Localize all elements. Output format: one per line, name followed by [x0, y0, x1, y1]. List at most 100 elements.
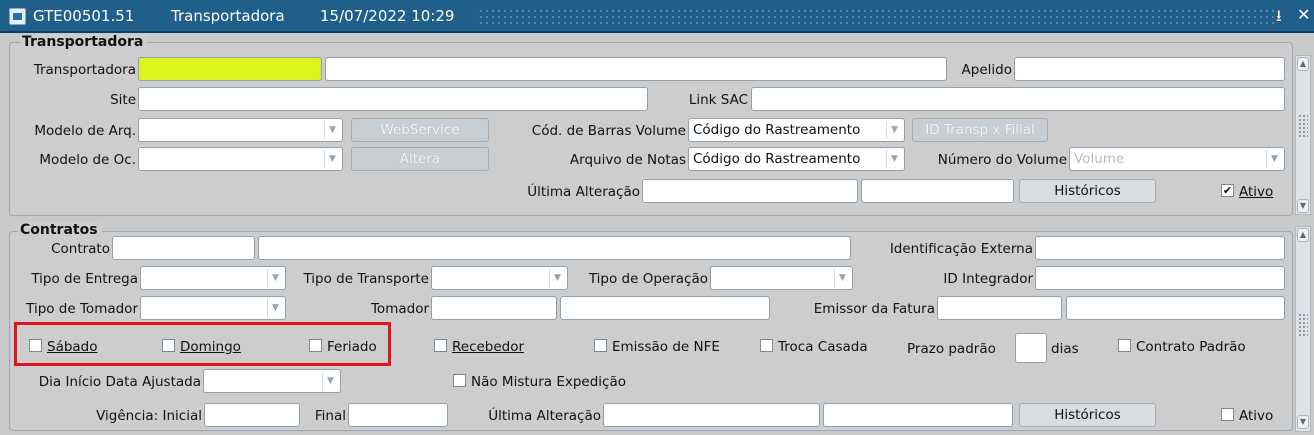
- chevron-down-icon[interactable]: ▼: [886, 121, 902, 139]
- arquivo-notas-value: Código do Rastreamento: [693, 151, 861, 167]
- tipo-tomador-select[interactable]: ▼: [140, 296, 286, 320]
- contratos-ultima-alteracao-label: Última Alteração: [488, 408, 601, 424]
- modelo-arq-select[interactable]: ▼: [138, 118, 343, 142]
- historicos-button[interactable]: Históricos: [1019, 179, 1156, 203]
- identificacao-externa-label: Identificação Externa: [889, 241, 1033, 257]
- tipo-operacao-select[interactable]: ▼: [710, 266, 853, 290]
- recebedor-checkbox[interactable]: [434, 339, 447, 352]
- dia-inicio-data-ajustada-select[interactable]: ▼: [203, 369, 341, 393]
- tipo-operacao-label: Tipo de Operação: [588, 271, 708, 287]
- ultima-alteracao-label: Última Alteração: [527, 184, 640, 200]
- ativo-checkbox[interactable]: ✔: [1221, 184, 1234, 197]
- title-bar-pattern: [478, 8, 1278, 25]
- emissor-fatura-code-field[interactable]: [937, 296, 1062, 320]
- form-name: Transportadora: [171, 7, 285, 25]
- emissao-nfe-checkbox[interactable]: [594, 339, 607, 352]
- site-label: Site: [110, 92, 136, 108]
- chevron-down-icon[interactable]: ▼: [267, 269, 283, 287]
- tipo-entrega-label: Tipo de Entrega: [31, 271, 138, 287]
- emissao-nfe-label: Emissão de NFE: [612, 339, 720, 355]
- tipo-transporte-select[interactable]: ▼: [431, 266, 568, 290]
- nao-mistura-expedicao-checkbox[interactable]: [453, 374, 466, 387]
- emissor-fatura-name-field[interactable]: [1066, 296, 1285, 320]
- vigencia-final-field[interactable]: [348, 403, 448, 427]
- chevron-down-icon[interactable]: ▼: [267, 299, 283, 317]
- scroll-down-icon[interactable]: ▼: [1297, 415, 1309, 429]
- form-datetime: 15/07/2022 10:29: [320, 7, 455, 25]
- chevron-down-icon[interactable]: ▼: [322, 372, 338, 390]
- link-sac-field[interactable]: [751, 87, 1285, 111]
- vigencia-inicial-field[interactable]: [204, 403, 300, 427]
- id-integrador-field[interactable]: [1035, 266, 1285, 290]
- id-integrador-label: ID Integrador: [943, 271, 1033, 287]
- recebedor-label: Recebedor: [452, 339, 525, 355]
- contrato-label: Contrato: [51, 241, 110, 257]
- ultima-alteracao-user-field[interactable]: [642, 179, 858, 203]
- scroll-grip[interactable]: [1298, 114, 1308, 138]
- identificacao-externa-field[interactable]: [1035, 236, 1285, 260]
- modelo-oc-select[interactable]: ▼: [138, 147, 343, 171]
- contratos-frame-title: Contratos: [18, 222, 102, 238]
- app-form-icon[interactable]: [9, 8, 26, 25]
- chevron-down-icon[interactable]: ▼: [324, 150, 340, 168]
- close-icon[interactable]: ✕: [1297, 5, 1310, 24]
- altera-button[interactable]: Altera: [351, 147, 489, 171]
- contratos-ativo-label: Ativo: [1239, 408, 1274, 424]
- tomador-name-field[interactable]: [560, 296, 770, 320]
- tomador-label: Tomador: [370, 301, 429, 317]
- ultima-alteracao-date-field[interactable]: [861, 179, 1014, 203]
- minimize-icon[interactable]: ⭳: [1276, 5, 1282, 32]
- numero-volume-select[interactable]: Volume ▼: [1069, 147, 1285, 171]
- arquivo-notas-select[interactable]: Código do Rastreamento ▼: [688, 147, 905, 171]
- site-field[interactable]: [138, 87, 648, 111]
- prazo-padrao-field[interactable]: [1015, 333, 1047, 363]
- transportadora-scrollbar[interactable]: ▲ ▼: [1295, 55, 1311, 215]
- arquivo-notas-label: Arquivo de Notas: [569, 152, 686, 168]
- cod-barras-volume-select[interactable]: Código do Rastreamento ▼: [688, 118, 905, 142]
- contratos-ultima-alteracao-user-field[interactable]: [603, 403, 820, 427]
- apelido-field[interactable]: [1014, 57, 1285, 81]
- cod-barras-volume-label: Cód. de Barras Volume: [531, 123, 686, 139]
- tipo-entrega-select[interactable]: ▼: [140, 266, 286, 290]
- transportadora-label: Transportadora: [33, 62, 136, 78]
- scroll-up-icon[interactable]: ▲: [1297, 57, 1309, 71]
- vigencia-inicial-label: Vigência: Inicial: [96, 408, 202, 424]
- numero-volume-label: Número do Volume: [937, 152, 1067, 168]
- title-bar: GTE00501.51 Transportadora 15/07/2022 10…: [0, 0, 1314, 33]
- chevron-down-icon[interactable]: ▼: [834, 269, 850, 287]
- nao-mistura-expedicao-label: Não Mistura Expedição: [471, 374, 626, 390]
- ativo-label: Ativo: [1239, 184, 1274, 200]
- apelido-label: Apelido: [961, 62, 1012, 78]
- prazo-padrao-label: Prazo padrão: [907, 341, 996, 357]
- troca-casada-checkbox[interactable]: [760, 339, 773, 352]
- tomador-code-field[interactable]: [431, 296, 557, 320]
- scroll-up-icon[interactable]: ▲: [1297, 228, 1309, 242]
- contrato-padrao-checkbox[interactable]: [1118, 339, 1131, 352]
- contratos-ultima-alteracao-date-field[interactable]: [823, 403, 1013, 427]
- contratos-ativo-checkbox[interactable]: [1221, 408, 1234, 421]
- contrato-code-field[interactable]: [112, 236, 255, 260]
- highlight-box: [14, 322, 391, 366]
- dias-label: dias: [1051, 341, 1079, 357]
- form-code: GTE00501.51: [33, 7, 135, 25]
- id-transp-filial-button[interactable]: ID Transp x Filial: [912, 118, 1048, 142]
- chevron-down-icon[interactable]: ▼: [1266, 150, 1282, 168]
- contrato-padrao-label: Contrato Padrão: [1136, 339, 1246, 355]
- tipo-tomador-label: Tipo de Tomador: [26, 301, 138, 317]
- chevron-down-icon[interactable]: ▼: [324, 121, 340, 139]
- contrato-description-field[interactable]: [258, 236, 851, 260]
- transportadora-frame-title: Transportadora: [20, 34, 148, 50]
- tipo-transporte-label: Tipo de Transporte: [303, 271, 429, 287]
- chevron-down-icon[interactable]: ▼: [886, 150, 902, 168]
- scroll-grip[interactable]: [1298, 313, 1308, 337]
- scroll-down-icon[interactable]: ▼: [1297, 199, 1309, 213]
- contratos-scrollbar[interactable]: ▲ ▼: [1295, 226, 1311, 432]
- final-label: Final: [314, 408, 346, 424]
- contratos-historicos-button[interactable]: Históricos: [1019, 403, 1156, 427]
- webservice-button[interactable]: WebService: [351, 118, 489, 142]
- transportadora-name-field[interactable]: [325, 57, 947, 81]
- transportadora-code-field[interactable]: [138, 57, 322, 81]
- chevron-down-icon[interactable]: ▼: [549, 269, 565, 287]
- cod-barras-volume-value: Código do Rastreamento: [693, 122, 861, 138]
- modelo-oc-label: Modelo de Oc.: [39, 152, 136, 168]
